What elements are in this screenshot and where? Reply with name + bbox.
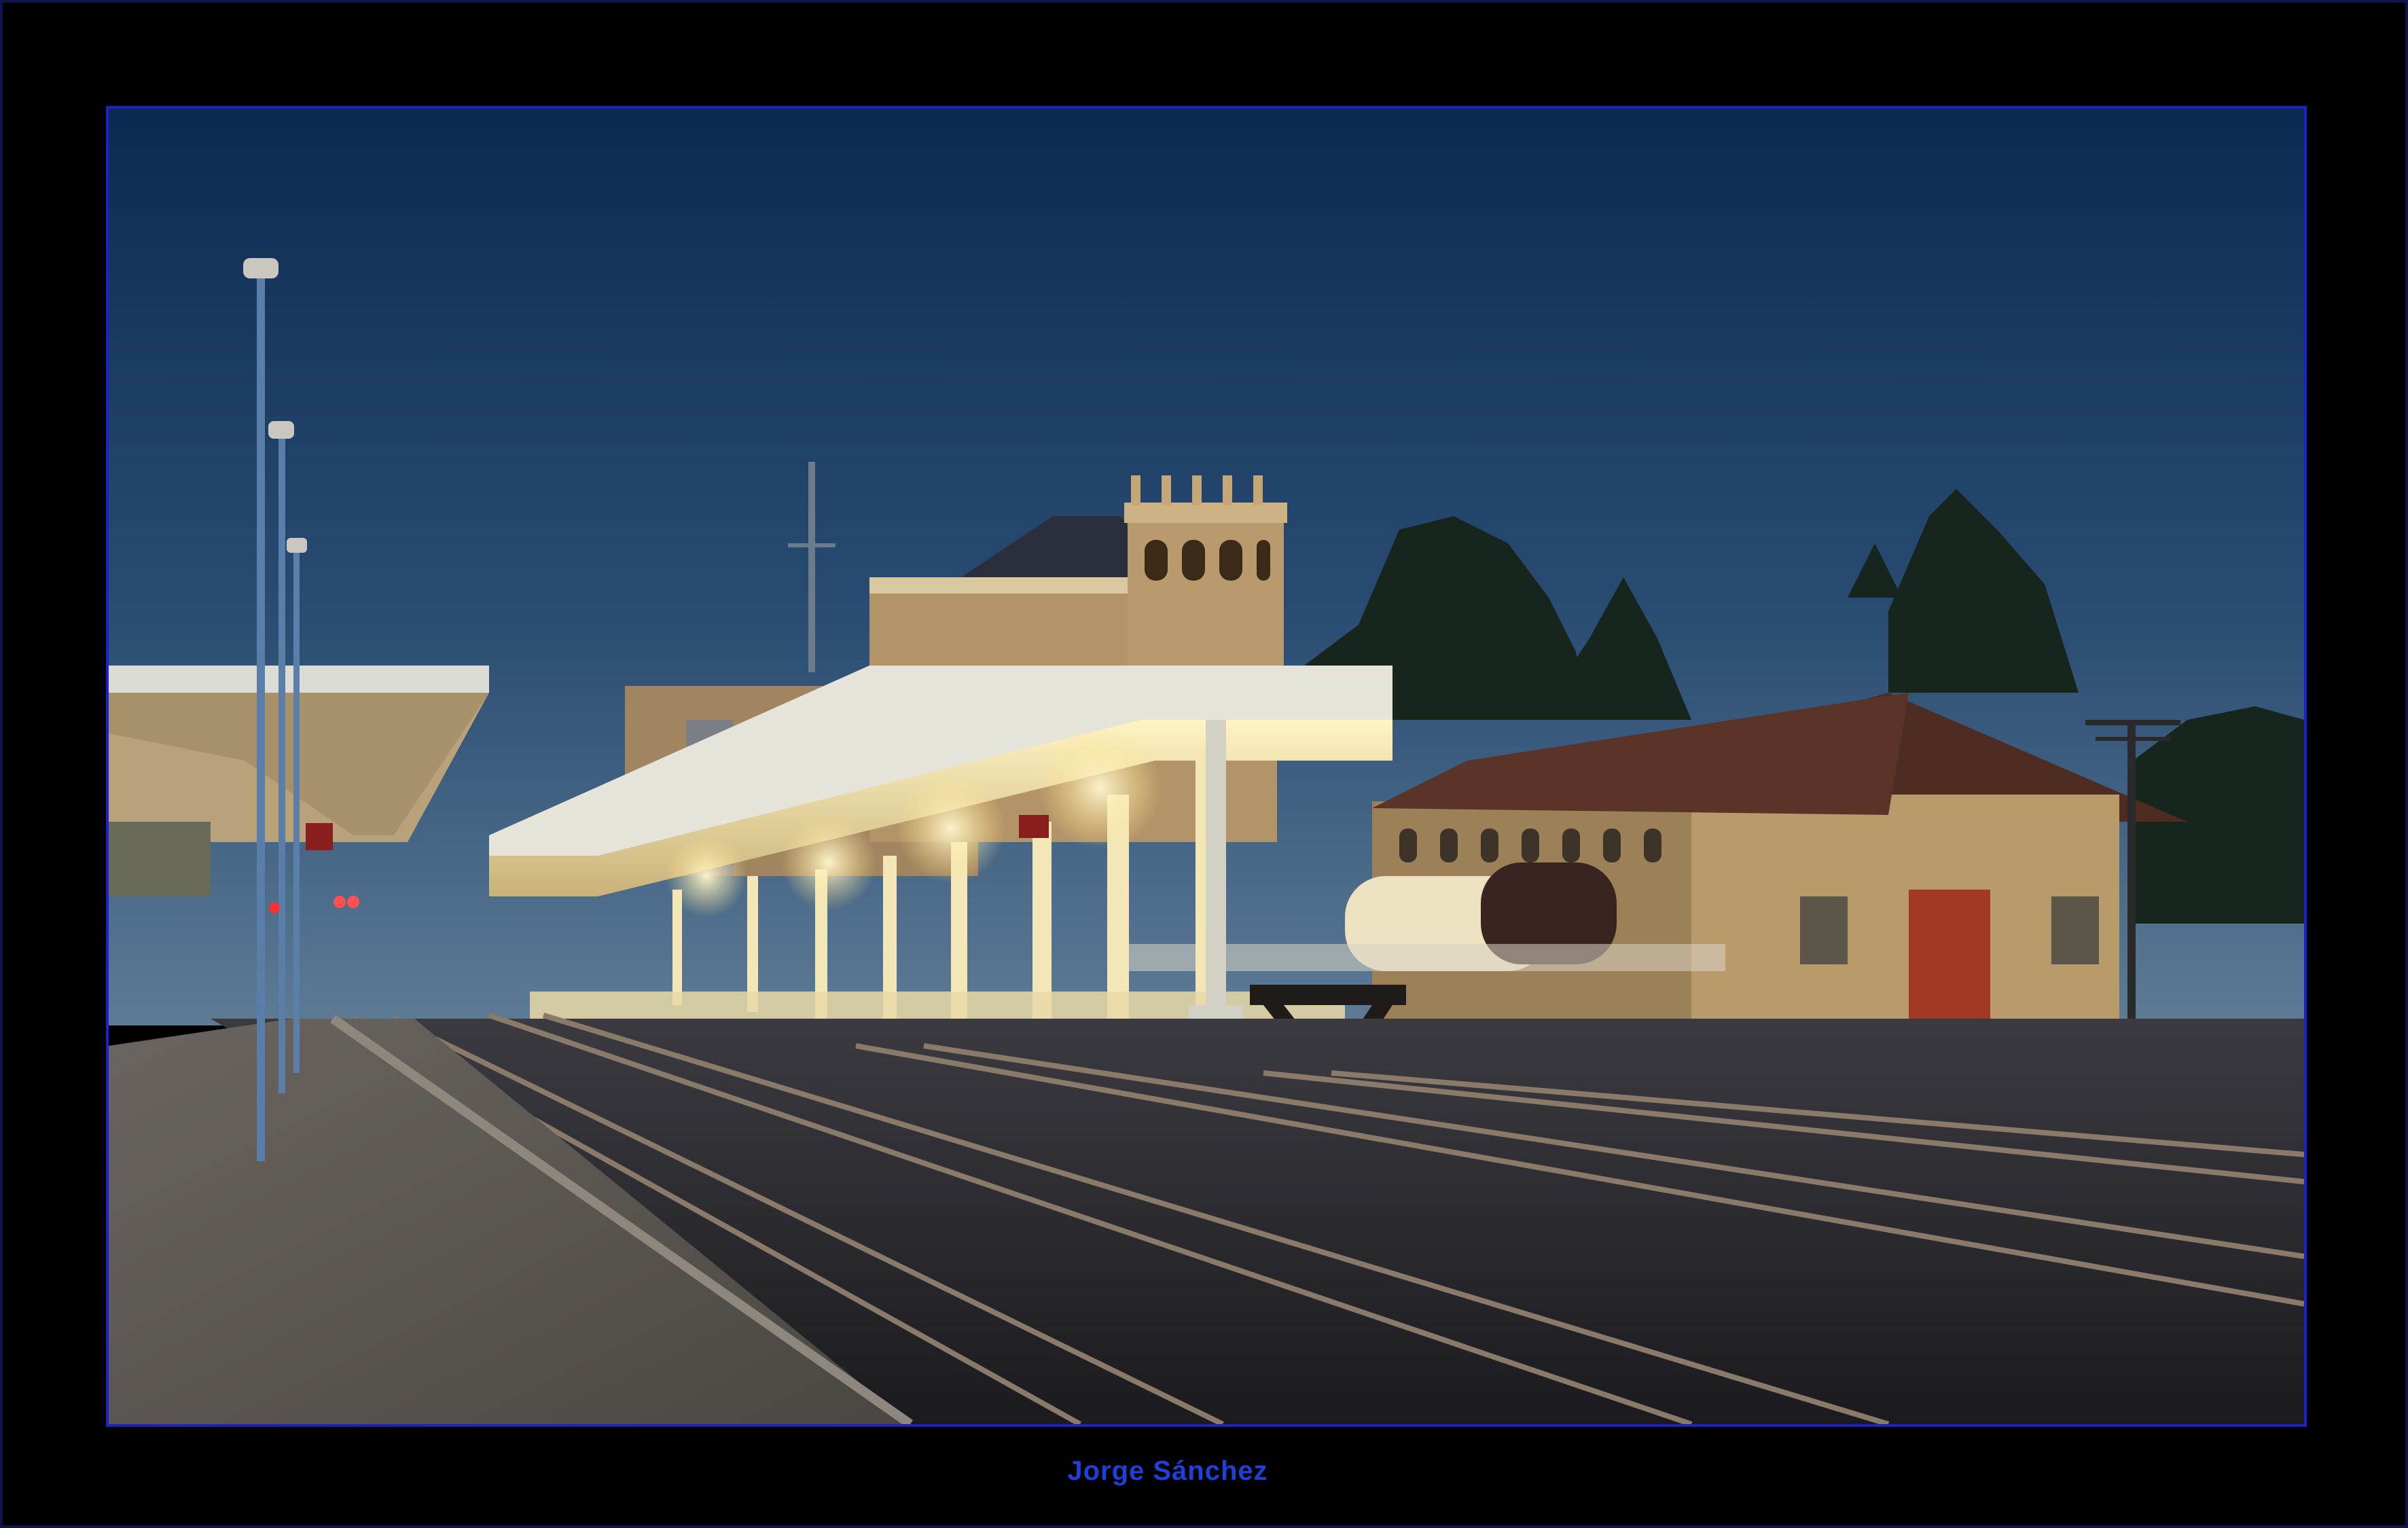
red-signal-light [269, 903, 280, 913]
warehouse-window [2051, 896, 2099, 964]
black-photo-frame: Jorge Sánchez [0, 0, 2408, 1528]
station-scene [109, 109, 2304, 1424]
red-brick-door [1909, 890, 1990, 1019]
red-platform-sign [306, 823, 333, 850]
red-signal-light [347, 896, 359, 908]
warehouse-window [1800, 896, 1848, 964]
station-photograph [106, 106, 2307, 1427]
red-platform-sign [1019, 815, 1049, 838]
red-signal-light [334, 896, 346, 908]
photographer-credit: Jorge Sánchez [1067, 1456, 1268, 1486]
far-left-shelter [109, 822, 211, 896]
